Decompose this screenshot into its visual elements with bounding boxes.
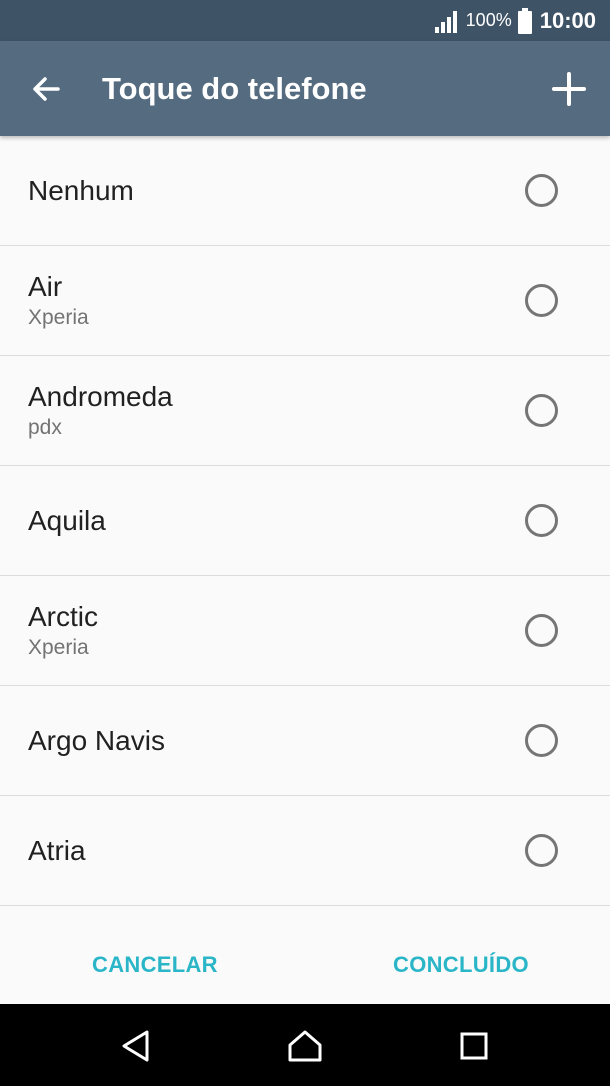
recent-apps-icon[interactable] bbox=[456, 1028, 492, 1064]
ringtone-item[interactable]: Argo Navis bbox=[0, 686, 610, 796]
ringtone-name: Atria bbox=[28, 834, 86, 866]
dialog-buttons: CANCELAR CONCLUÍDO bbox=[0, 909, 610, 1004]
clock: 10:00 bbox=[539, 7, 596, 33]
radio-button[interactable] bbox=[525, 504, 558, 537]
ringtone-name: Aquila bbox=[28, 504, 106, 536]
home-icon[interactable] bbox=[287, 1028, 323, 1064]
ringtone-name: Arctic bbox=[28, 600, 98, 632]
radio-button[interactable] bbox=[525, 834, 558, 867]
ringtone-source: pdx bbox=[28, 415, 62, 439]
radio-button[interactable] bbox=[525, 394, 558, 427]
plus-icon[interactable] bbox=[551, 71, 587, 107]
ringtone-name: Nenhum bbox=[28, 174, 134, 206]
ringtone-name: Argo Navis bbox=[28, 724, 165, 756]
signal-icon bbox=[434, 10, 457, 33]
battery-percent: 100% bbox=[465, 10, 512, 30]
ringtone-item[interactable]: Atria bbox=[0, 796, 610, 906]
ringtone-item[interactable]: Air Xperia bbox=[0, 246, 610, 356]
status-bar: 100% 10:00 bbox=[0, 0, 610, 41]
navigation-bar bbox=[0, 1004, 610, 1086]
ringtone-list: Nenhum Air Xperia Andromeda pdx Aquila A… bbox=[0, 136, 610, 906]
ringtone-name: Andromeda bbox=[28, 380, 173, 412]
ringtone-source: Xperia bbox=[28, 305, 89, 329]
back-triangle-icon[interactable] bbox=[118, 1028, 154, 1064]
ringtone-item[interactable]: Andromeda pdx bbox=[0, 356, 610, 466]
ringtone-name: Air bbox=[28, 270, 63, 302]
ringtone-source: Xperia bbox=[28, 635, 89, 659]
radio-button[interactable] bbox=[525, 174, 558, 207]
ringtone-item[interactable]: Nenhum bbox=[0, 136, 610, 246]
battery-icon bbox=[517, 7, 532, 34]
page-title: Toque do telefone bbox=[102, 71, 367, 106]
app-bar: Toque do telefone bbox=[0, 41, 610, 136]
ringtone-item[interactable]: Aquila bbox=[0, 466, 610, 576]
back-arrow-icon[interactable] bbox=[30, 73, 62, 105]
radio-button[interactable] bbox=[525, 724, 558, 757]
ringtone-item[interactable]: Arctic Xperia bbox=[0, 576, 610, 686]
radio-button[interactable] bbox=[525, 614, 558, 647]
radio-button[interactable] bbox=[525, 284, 558, 317]
